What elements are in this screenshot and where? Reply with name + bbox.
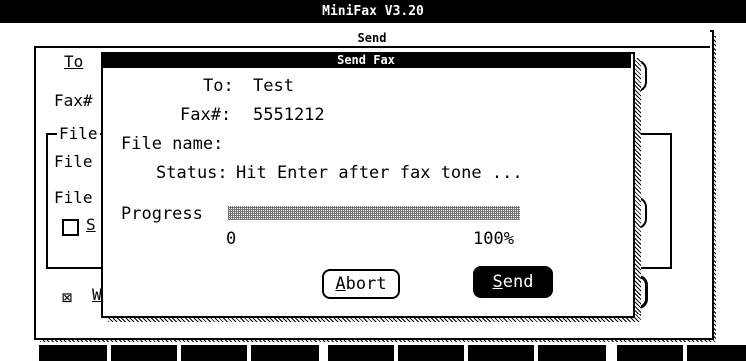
function-key-5[interactable] [328,345,394,361]
function-key-8[interactable] [538,345,606,361]
send-window-title: Send [34,30,710,48]
status-label: Status: [156,163,228,183]
file-name-label: File name: [121,134,224,154]
fax-value: 5551212 [253,105,325,125]
send-to-label: To [64,52,84,71]
checked-box-icon: ⊠ [62,288,73,308]
send-button[interactable]: Send [473,266,553,298]
function-key-4[interactable] [251,345,319,361]
abort-label-rest: bort [345,274,387,294]
function-key-1[interactable] [39,345,107,361]
file-group-label: File [57,124,100,144]
app-title: MiniFax V3.20 [322,4,424,19]
send-w-checkbox[interactable]: ⊠ [62,289,72,307]
progress-max: 100% [473,229,514,249]
checkbox-icon [62,219,79,236]
send-s-checkbox[interactable] [62,219,79,240]
send-label-rest: end [502,272,534,292]
abort-button[interactable]: Abort [322,269,400,299]
abort-hotkey: A [335,274,346,294]
dialog-title: Send Fax [101,52,631,68]
function-key-6[interactable] [398,345,464,361]
progress-label: Progress [121,204,203,224]
function-key-3[interactable] [181,345,247,361]
send-hotkey: S [492,272,503,292]
send-file-field-1[interactable]: File [54,152,93,172]
status-value: Hit Enter after fax tone ... [236,163,523,183]
fax-label: Fax#: [180,105,232,125]
to-label: To: [203,76,234,96]
function-key-9[interactable] [617,345,683,361]
function-key-10[interactable] [687,345,746,361]
function-key-7[interactable] [468,345,534,361]
progress-bar [228,206,520,220]
send-file-field-2[interactable]: File [54,188,93,208]
app-title-bar: MiniFax V3.20 [0,0,746,23]
send-fax-label: Fax# [54,91,93,110]
send-s-label: S [86,215,96,234]
progress-min: 0 [226,229,237,249]
to-value: Test [253,76,294,96]
function-key-2[interactable] [111,345,177,361]
